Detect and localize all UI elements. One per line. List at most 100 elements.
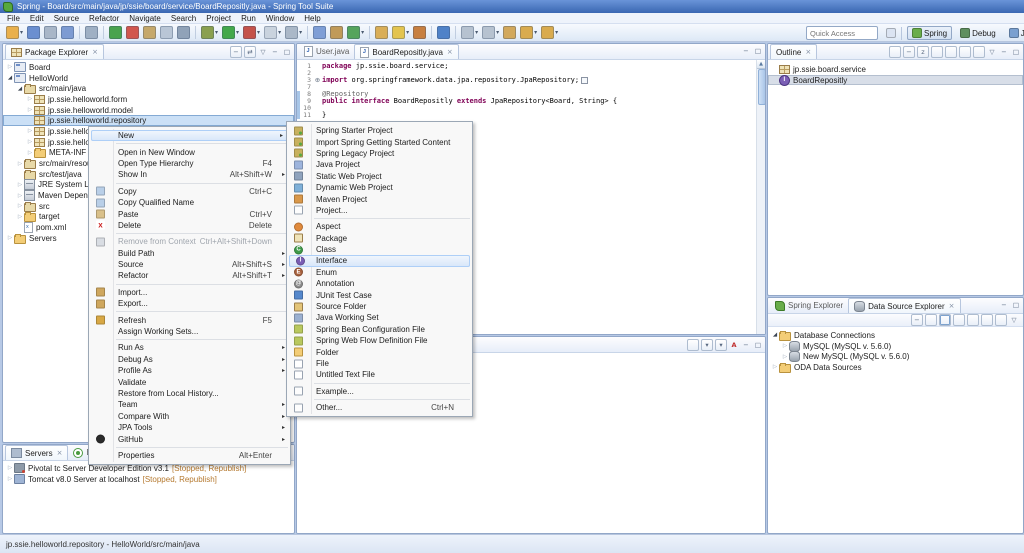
maximize-icon[interactable]: □ — [753, 340, 763, 350]
menu-item-export[interactable]: Export... — [89, 298, 290, 309]
print-button[interactable] — [60, 25, 75, 40]
expand-icon[interactable]: ▷ — [16, 214, 24, 220]
search-button[interactable]: ▾ — [391, 25, 410, 40]
expand-icon[interactable]: ▷ — [6, 465, 14, 471]
menu-item-folder[interactable]: Folder — [287, 346, 472, 357]
close-icon[interactable]: × — [805, 48, 811, 56]
link-with-editor-icon[interactable]: ⇄ — [244, 46, 256, 58]
open-file-button[interactable] — [84, 25, 99, 40]
display-selected-console-icon[interactable]: ▾ — [701, 339, 713, 351]
expand-icon[interactable]: ▷ — [6, 476, 14, 482]
perspective-debug[interactable]: Debug — [955, 26, 1001, 40]
menu-item-build-path[interactable]: Build Path▸ — [89, 248, 290, 259]
close-icon[interactable]: × — [447, 48, 453, 56]
view-menu-icon[interactable]: ▽ — [1009, 315, 1019, 325]
open-task-button[interactable] — [412, 25, 427, 40]
menu-item-source-folder[interactable]: Source Folder — [287, 301, 472, 312]
tree-item-jp-ssie-helloworld-repository[interactable]: jp.ssie.helloworld.repository — [3, 115, 294, 126]
menu-item-class[interactable]: CClass — [287, 244, 472, 255]
save-all-button[interactable] — [43, 25, 58, 40]
menu-item-spring-web-flow-definition-file[interactable]: Spring Web Flow Definition File — [287, 335, 472, 346]
hide-static-icon[interactable] — [945, 46, 957, 58]
collapse-all-icon[interactable]: − — [230, 46, 242, 58]
menubar-refactor[interactable]: Refactor — [84, 13, 124, 24]
chevron-down-icon[interactable]: ▾ — [555, 29, 558, 36]
hide-local-types-icon[interactable] — [973, 46, 985, 58]
menu-item-file[interactable]: File — [287, 358, 472, 369]
new-class-button[interactable]: ▾ — [346, 25, 365, 40]
back-button[interactable]: ▾ — [519, 25, 538, 40]
fold-expand-icon[interactable]: ⊕ — [313, 77, 322, 84]
expand-icon[interactable]: ▷ — [16, 182, 24, 188]
chevron-down-icon[interactable]: ▾ — [20, 29, 23, 36]
tree-item-board[interactable]: ▷Board — [3, 62, 294, 73]
new-wizard-button[interactable]: ▾ — [5, 25, 24, 40]
menu-item-enum[interactable]: EEnum — [287, 267, 472, 278]
refresh-icon[interactable] — [925, 314, 937, 326]
menubar-help[interactable]: Help — [299, 13, 325, 24]
menu-item-untitled-text-file[interactable]: Untitled Text File — [287, 369, 472, 380]
menubar-navigate[interactable]: Navigate — [124, 13, 166, 24]
folded-region-icon[interactable] — [581, 77, 588, 84]
connect-icon[interactable] — [953, 314, 965, 326]
menu-item-jpa-tools[interactable]: JPA Tools▸ — [89, 422, 290, 433]
minimize-icon[interactable]: − — [741, 46, 751, 56]
menubar-window[interactable]: Window — [261, 13, 299, 24]
menu-item-run-as[interactable]: Run As▸ — [89, 342, 290, 353]
menu-item-open-in-new-window[interactable]: Open in New Window — [89, 146, 290, 157]
menu-item-show-in[interactable]: Show InAlt+Shift+W▸ — [89, 169, 290, 180]
expand-icon[interactable]: ▷ — [26, 128, 34, 134]
menu-item-project[interactable]: Project... — [287, 205, 472, 216]
tab-outline[interactable]: Outline × — [770, 44, 817, 59]
menu-item-spring-legacy-project[interactable]: Spring Legacy Project — [287, 148, 472, 159]
expand-icon[interactable]: ▷ — [781, 354, 789, 360]
new-java-project-button[interactable] — [312, 25, 327, 40]
minimize-icon[interactable]: − — [270, 47, 280, 57]
tab-spring-explorer[interactable]: Spring Explorer — [770, 299, 848, 313]
menu-item-paste[interactable]: PasteCtrl+V — [89, 208, 290, 219]
run-button[interactable]: ▾ — [221, 25, 240, 40]
chevron-down-icon[interactable]: ▾ — [215, 29, 218, 36]
forward-button[interactable]: ▾ — [540, 25, 559, 40]
tree-item-jp-ssie-helloworld-model[interactable]: ▷jp.ssie.helloworld.model — [3, 105, 294, 116]
chevron-down-icon[interactable]: ▾ — [496, 29, 499, 36]
save-button[interactable] — [26, 25, 41, 40]
expand-icon[interactable]: ▷ — [16, 203, 24, 209]
expand-icon[interactable]: ▷ — [26, 96, 34, 102]
skip-breakpoints-button[interactable] — [176, 25, 191, 40]
expand-icon[interactable]: ▷ — [26, 107, 34, 113]
perspective-spring[interactable]: Spring — [907, 26, 952, 40]
menu-item-spring-starter-project[interactable]: Spring Starter Project — [287, 125, 472, 136]
chevron-down-icon[interactable]: ▾ — [257, 29, 260, 36]
menu-item-java-working-set[interactable]: Java Working Set — [287, 312, 472, 323]
chevron-down-icon[interactable]: ▾ — [236, 29, 239, 36]
menu-item-copy[interactable]: CopyCtrl+C — [89, 186, 290, 197]
open-perspective-icon[interactable] — [886, 28, 896, 38]
import-profile-icon[interactable] — [981, 314, 993, 326]
expand-icon[interactable]: ▷ — [26, 150, 34, 156]
tree-item-boardrepositly[interactable]: BoardRepositly — [768, 75, 1023, 86]
menu-item-restore-from-local-history[interactable]: Restore from Local History... — [89, 388, 290, 399]
menubar-edit[interactable]: Edit — [25, 13, 49, 24]
menu-item-package[interactable]: Package — [287, 233, 472, 244]
menu-item-compare-with[interactable]: Compare With▸ — [89, 411, 290, 422]
menu-item-source[interactable]: SourceAlt+Shift+S▸ — [89, 259, 290, 270]
spring-insight-button[interactable] — [125, 25, 140, 40]
menu-item-spring-bean-configuration-file[interactable]: Spring Bean Configuration File — [287, 324, 472, 335]
menu-item-open-type-hierarchy[interactable]: Open Type HierarchyF4 — [89, 158, 290, 169]
chevron-down-icon[interactable]: ▾ — [361, 29, 364, 36]
menu-item-team[interactable]: Team▸ — [89, 399, 290, 410]
previous-annotation-button[interactable]: ▾ — [481, 25, 500, 40]
scrollbar-thumb[interactable] — [758, 69, 766, 105]
menubar-run[interactable]: Run — [236, 13, 261, 24]
menu-item-import-spring-getting-started-content[interactable]: Import Spring Getting Started Content — [287, 136, 472, 147]
expand-icon[interactable]: ▷ — [6, 235, 14, 241]
chevron-down-icon[interactable]: ▾ — [475, 29, 478, 36]
menu-item-static-web-project[interactable]: Static Web Project — [287, 171, 472, 182]
maximize-icon[interactable]: □ — [1011, 47, 1021, 57]
tree-item-tomcat-v8-0-server-at-localhost[interactable]: ▷Tomcat v8.0 Server at localhost[Stopped… — [3, 474, 294, 485]
menu-item-import[interactable]: Import... — [89, 287, 290, 298]
menu-item-refactor[interactable]: RefactorAlt+Shift+T▸ — [89, 270, 290, 281]
chevron-down-icon[interactable]: ▾ — [406, 29, 409, 36]
view-menu-icon[interactable]: ▽ — [258, 47, 268, 57]
